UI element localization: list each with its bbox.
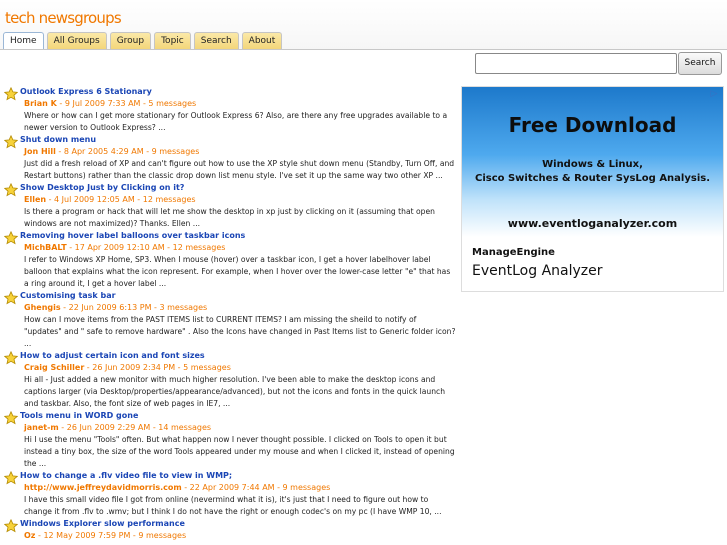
tab-home[interactable]: Home [3, 32, 44, 50]
topic-author-link[interactable]: Craig Schiller [24, 363, 84, 372]
topic-item: Customising task bar Ghengis - 22 Jun 200… [3, 290, 456, 350]
topic-date-count: - 17 Apr 2009 12:10 AM - 12 messages [66, 243, 226, 252]
tab-about[interactable]: About [241, 32, 283, 49]
topic-meta: Jon Hill - 8 Apr 2005 4:29 AM - 9 messag… [20, 146, 454, 158]
star-icon [3, 134, 19, 149]
star-icon [3, 518, 19, 533]
topic-title-link[interactable]: Tools menu in WORD gone [20, 410, 454, 422]
topic-date-count: - 8 Apr 2005 4:29 AM - 9 messages [55, 147, 200, 156]
topic-snippet: How can I move items from the PAST ITEMS… [24, 315, 456, 348]
topic-meta: http://www.jeffreydavidmorris.com - 22 A… [20, 482, 454, 494]
topic-item: Removing hover label balloons over taskb… [3, 230, 454, 290]
star-icon [3, 410, 19, 425]
site-logo[interactable]: tech newsgroups [5, 9, 122, 27]
topic-snippet: Is there a program or hack that will let… [24, 207, 435, 228]
tab-topic[interactable]: Topic [154, 32, 191, 49]
topic-title-link[interactable]: Shut down menu [20, 134, 454, 146]
topic-item: Outlook Express 6 Stationary Brian K - 9 … [3, 86, 454, 134]
topic-title-link[interactable]: Windows Explorer slow performance [20, 518, 454, 530]
topic-title-link[interactable]: How to change a .flv video file to view … [20, 470, 454, 482]
tab-divider [0, 49, 727, 50]
topic-author-link[interactable]: Jon Hill [24, 147, 56, 156]
star-icon [3, 182, 19, 197]
topic-title-link[interactable]: Show Desktop Just by Clicking on it? [20, 182, 454, 194]
topic-title-link[interactable]: How to adjust certain icon and font size… [20, 350, 454, 362]
topic-snippet: Just did a fresh reload of XP and can't … [24, 159, 455, 180]
tab-group[interactable]: Group [109, 32, 152, 49]
topic-meta: janet-m - 26 Jun 2009 2:29 AM - 14 messa… [20, 422, 454, 434]
topic-author-link[interactable]: Ghengis [24, 303, 61, 312]
topic-meta: Brian K - 9 Jul 2009 7:33 AM - 5 message… [20, 98, 454, 110]
topic-meta: Ellen - 4 Jul 2009 12:05 AM - 12 message… [20, 194, 454, 206]
topic-item: Shut down menu Jon Hill - 8 Apr 2005 4:29… [3, 134, 455, 182]
topic-item: Windows Explorer slow performance Oz - 12… [3, 518, 454, 542]
topic-item: Tools menu in WORD gone janet-m - 26 Jun … [3, 410, 455, 470]
star-icon [3, 290, 19, 305]
ad-brand-small-text: ManageEngine [472, 247, 555, 258]
topic-item: How to adjust certain icon and font size… [3, 350, 454, 410]
star-icon [3, 230, 19, 245]
topic-author-link[interactable]: janet-m [24, 423, 59, 432]
topic-meta: Craig Schiller - 26 Jun 2009 2:34 PM - 5… [20, 362, 454, 374]
topic-author-link[interactable]: http://www.jeffreydavidmorris.com [24, 483, 182, 492]
topic-date-count: - 26 Jun 2009 2:34 PM - 5 messages [84, 363, 231, 372]
search-button[interactable]: Search [678, 52, 722, 75]
ad-headline: Free Download [508, 113, 677, 137]
advertisement-banner[interactable]: ▷ Free Download Windows & Linux, Cisco S… [461, 86, 724, 292]
topic-snippet: I refer to Windows XP Home, SP3. When I … [24, 255, 451, 288]
ad-choices-icon[interactable]: ▷ [707, 89, 721, 101]
topic-meta: Oz - 12 May 2009 7:59 PM - 9 messages [20, 530, 454, 542]
star-icon [3, 470, 19, 485]
ad-brand-big: EventLog Analyzer [472, 263, 603, 279]
topic-author-link[interactable]: Ellen [24, 195, 46, 204]
topic-meta: Ghengis - 22 Jun 2009 6:13 PM - 3 messag… [20, 302, 454, 314]
topic-snippet: Hi all - Just added a new monitor with m… [24, 375, 446, 408]
topic-title-link[interactable]: Removing hover label balloons over taskb… [20, 230, 454, 242]
tab-search[interactable]: Search [193, 32, 239, 49]
tab-all-groups[interactable]: All Groups [46, 32, 107, 49]
topic-date-count: - 12 May 2009 7:59 PM - 9 messages [35, 531, 187, 540]
site-header: tech newsgroups Home All Groups Group To… [0, 0, 727, 50]
topic-date-count: - 22 Jun 2009 6:13 PM - 3 messages [60, 303, 208, 312]
topic-item: How to change a .flv video file to view … [3, 470, 454, 518]
topic-date-count: - 9 Jul 2009 7:33 AM - 5 messages [56, 99, 197, 108]
topic-date-count: - 26 Jun 2009 2:29 AM - 14 messages [58, 423, 212, 432]
topic-snippet: Where or how can I get more stationary f… [24, 111, 448, 132]
star-icon [3, 350, 19, 365]
ad-url: www.eventloganalyzer.com [507, 217, 678, 230]
search-input[interactable] [475, 53, 677, 74]
topic-item: Show Desktop Just by Clicking on it? Elle… [3, 182, 454, 230]
topic-date-count: - 4 Jul 2009 12:05 AM - 12 messages [46, 195, 196, 204]
topic-author-link[interactable]: Oz [24, 531, 35, 540]
nav-tabs: Home All Groups Group Topic Search About [3, 32, 285, 50]
topic-date-count: - 22 Apr 2009 7:44 AM - 9 messages [181, 483, 331, 492]
topic-list: Outlook Express 6 Stationary Brian K - 9 … [3, 86, 456, 542]
topic-snippet: Hi I use the menu "Tools" often. But wha… [24, 435, 455, 468]
topic-title-link[interactable]: Customising task bar [20, 290, 454, 302]
topic-meta: MichBALT - 17 Apr 2009 12:10 AM - 12 mes… [20, 242, 454, 254]
ad-brand-small: ManageEngine [472, 247, 555, 258]
topic-author-link[interactable]: MichBALT [24, 243, 67, 252]
star-icon [3, 86, 19, 101]
topic-snippet: I have this small video file I got from … [24, 495, 442, 516]
topic-title-link[interactable]: Outlook Express 6 Stationary [20, 86, 454, 98]
ad-line-2: Cisco Switches & Router SysLog Analysis. [474, 173, 710, 184]
topic-author-link[interactable]: Brian K [24, 99, 57, 108]
ad-line-1: Windows & Linux, [542, 159, 643, 170]
